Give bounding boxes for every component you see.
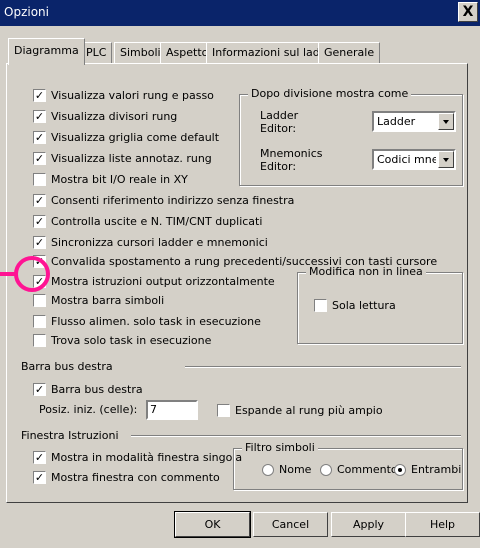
- option-label: Mostra bit I/O reale in XY: [51, 173, 188, 186]
- filter-radio-label: Commento: [337, 463, 398, 476]
- tab-plc[interactable]: PLC: [80, 42, 113, 64]
- filter-radio-label: Entrambi: [411, 463, 462, 476]
- chevron-down-icon[interactable]: [438, 113, 454, 130]
- checkbox-box[interactable]: [33, 383, 46, 396]
- section-divider: [185, 366, 461, 368]
- read-only-label: Sola lettura: [332, 299, 396, 312]
- ladder-editor-label-1: Ladder: [260, 109, 299, 122]
- option-label: Controlla uscite e N. TIM/CNT duplicati: [51, 215, 263, 228]
- expand-label: Espande al rung più ampio: [235, 404, 383, 417]
- with-comment-label: Mostra finestra con commento: [51, 471, 220, 484]
- checkbox-box[interactable]: [33, 471, 46, 484]
- option-label: Sincronizza cursori ladder e mnemonici: [51, 236, 268, 249]
- filter-radio-label: Nome: [279, 463, 312, 476]
- checkbox-box[interactable]: [33, 334, 46, 347]
- ok-button[interactable]: OK: [174, 511, 251, 538]
- close-button[interactable]: X: [458, 2, 478, 22]
- title-bar[interactable]: Opzioni X: [0, 0, 480, 26]
- option-label: Visualizza valori rung e passo: [51, 89, 214, 102]
- offline-edit-title: Modifica non in linea: [306, 265, 426, 278]
- symbol-filter-title: Filtro simboli: [242, 441, 318, 454]
- close-icon: X: [462, 4, 474, 20]
- symbol-filter-group: Filtro simboli Nome Commento Entrambi: [233, 441, 463, 490]
- annotation-pointer: [0, 272, 15, 276]
- window-title: Opzioni: [4, 5, 49, 19]
- initial-pos-label: Posiz. iniz. (celle):: [39, 403, 138, 416]
- ladder-editor-label-2: Editor:: [260, 122, 297, 135]
- ladder-editor-select[interactable]: Ladder: [372, 111, 456, 132]
- bus-bar-label: Barra bus destra: [51, 383, 143, 396]
- after-split-group: Dopo divisione mostra come Ladder Editor…: [239, 87, 463, 186]
- mnemonics-editor-label-2: Editor:: [260, 160, 297, 173]
- checkbox-box[interactable]: [33, 173, 46, 186]
- checkbox-box[interactable]: [217, 404, 230, 417]
- help-button[interactable]: Help: [405, 512, 480, 537]
- checkbox-box[interactable]: [33, 131, 46, 144]
- tab-diagramma[interactable]: Diagramma: [8, 38, 85, 65]
- checkbox-box[interactable]: [33, 110, 46, 123]
- bus-bar-section-label: Barra bus destra: [21, 360, 113, 373]
- checkbox-box[interactable]: [314, 299, 327, 312]
- after-split-title: Dopo divisione mostra come: [248, 87, 412, 100]
- option-label: Flusso alimen. solo task in esecuzione: [51, 315, 261, 328]
- option-label: Mostra barra simboli: [51, 294, 165, 307]
- option-label: Trova solo task in esecuzione: [51, 334, 212, 347]
- checkbox-box[interactable]: [33, 294, 46, 307]
- mnemonics-editor-value: Codici mnemor: [377, 153, 436, 166]
- mnemonics-editor-label-1: Mnemonics: [260, 147, 323, 160]
- checkbox-box[interactable]: [33, 451, 46, 464]
- ladder-editor-value: Ladder: [377, 115, 416, 128]
- single-mode-label: Mostra in modalità finestra singola: [51, 451, 243, 464]
- initial-pos-input[interactable]: 7: [146, 400, 198, 420]
- option-label: Consenti riferimento indirizzo senza fin…: [51, 194, 295, 207]
- checkbox-box[interactable]: [33, 152, 46, 165]
- tab-simboli[interactable]: Simboli: [114, 42, 167, 64]
- checkbox-box[interactable]: [33, 315, 46, 328]
- mnemonics-editor-select[interactable]: Codici mnemor: [372, 149, 456, 170]
- cancel-button[interactable]: Cancel: [253, 512, 328, 537]
- tab-panel: Visualizza valori rung e passo Visualizz…: [6, 63, 468, 503]
- tab-generale[interactable]: Generale: [318, 42, 381, 64]
- option-label: Visualizza liste annotaz. rung: [51, 152, 212, 165]
- radio-circle[interactable]: [320, 464, 332, 476]
- option-label: Visualizza griglia come default: [51, 131, 220, 144]
- chevron-down-icon[interactable]: [438, 151, 454, 168]
- checkbox-box[interactable]: [33, 89, 46, 102]
- instructions-section-label: Finestra Istruzioni: [21, 429, 119, 442]
- checkbox-box[interactable]: [33, 194, 46, 207]
- checkbox-box[interactable]: [33, 215, 46, 228]
- radio-circle[interactable]: [262, 464, 274, 476]
- section-divider: [131, 435, 461, 437]
- apply-button[interactable]: Apply: [331, 512, 406, 537]
- options-dialog: Opzioni X Diagramma PLC Simboli Aspetto …: [0, 0, 480, 548]
- annotation-circle: [14, 256, 50, 292]
- offline-edit-group: Modifica non in linea Sola lettura: [297, 265, 463, 344]
- option-label: Visualizza divisori rung: [51, 110, 178, 123]
- radio-circle[interactable]: [394, 464, 406, 476]
- checkbox-box[interactable]: [33, 236, 46, 249]
- option-label: Mostra istruzioni output orizzontalmente: [51, 275, 275, 288]
